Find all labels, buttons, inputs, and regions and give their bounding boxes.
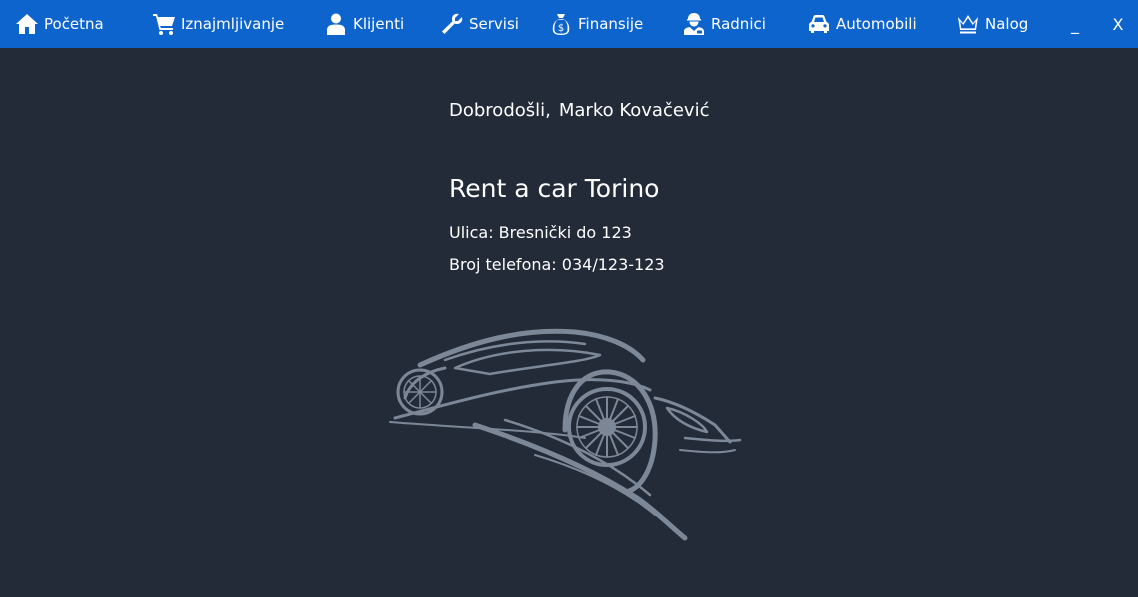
company-street: Ulica: Bresnički do 123 [449,223,632,242]
nav-item-automobili[interactable]: Automobili [807,0,917,48]
nav-item-servisi[interactable]: Servisi [440,0,519,48]
nav-item-label: Početna [44,15,104,33]
welcome-message: Dobrodošli, Marko Kovačević [449,100,709,121]
nav-item-label: Finansije [578,15,644,33]
wrench-icon [442,13,463,34]
nav-item-radnici[interactable]: Radnici [682,0,766,48]
company-name: Rent a car Torino [449,174,660,203]
close-button[interactable]: X [1103,0,1133,48]
svg-text:$: $ [558,23,564,34]
welcome-user-name: Marko Kovačević [558,100,710,121]
nav-item-pocetna[interactable]: Početna [15,0,104,48]
money-bag-icon: $ [552,14,570,35]
nav-item-label: Servisi [469,15,519,33]
car-icon [809,15,829,33]
worker-icon [684,13,704,35]
top-navbar: Početna Iznajmljivanje Klijenti Servisi … [0,0,1138,48]
welcome-greeting: Dobrodošli, [449,100,551,121]
car-silhouette-logo [389,328,742,541]
cart-icon [153,14,175,35]
user-icon [327,13,345,35]
nav-item-nalog[interactable]: Nalog [956,0,1028,48]
home-icon [16,14,38,34]
nav-item-label: Nalog [985,15,1029,33]
nav-item-klijenti[interactable]: Klijenti [324,0,404,48]
crown-icon [958,15,978,34]
nav-item-finansije[interactable]: $ Finansije [549,0,643,48]
nav-item-label: Klijenti [353,15,405,33]
minimize-button[interactable]: _ [1060,0,1090,48]
nav-item-label: Radnici [711,15,766,33]
company-phone: Broj telefona: 034/123-123 [449,255,665,274]
nav-item-label: Automobili [836,15,917,33]
nav-item-iznajmljivanje[interactable]: Iznajmljivanje [152,0,284,48]
nav-item-label: Iznajmljivanje [181,15,285,33]
